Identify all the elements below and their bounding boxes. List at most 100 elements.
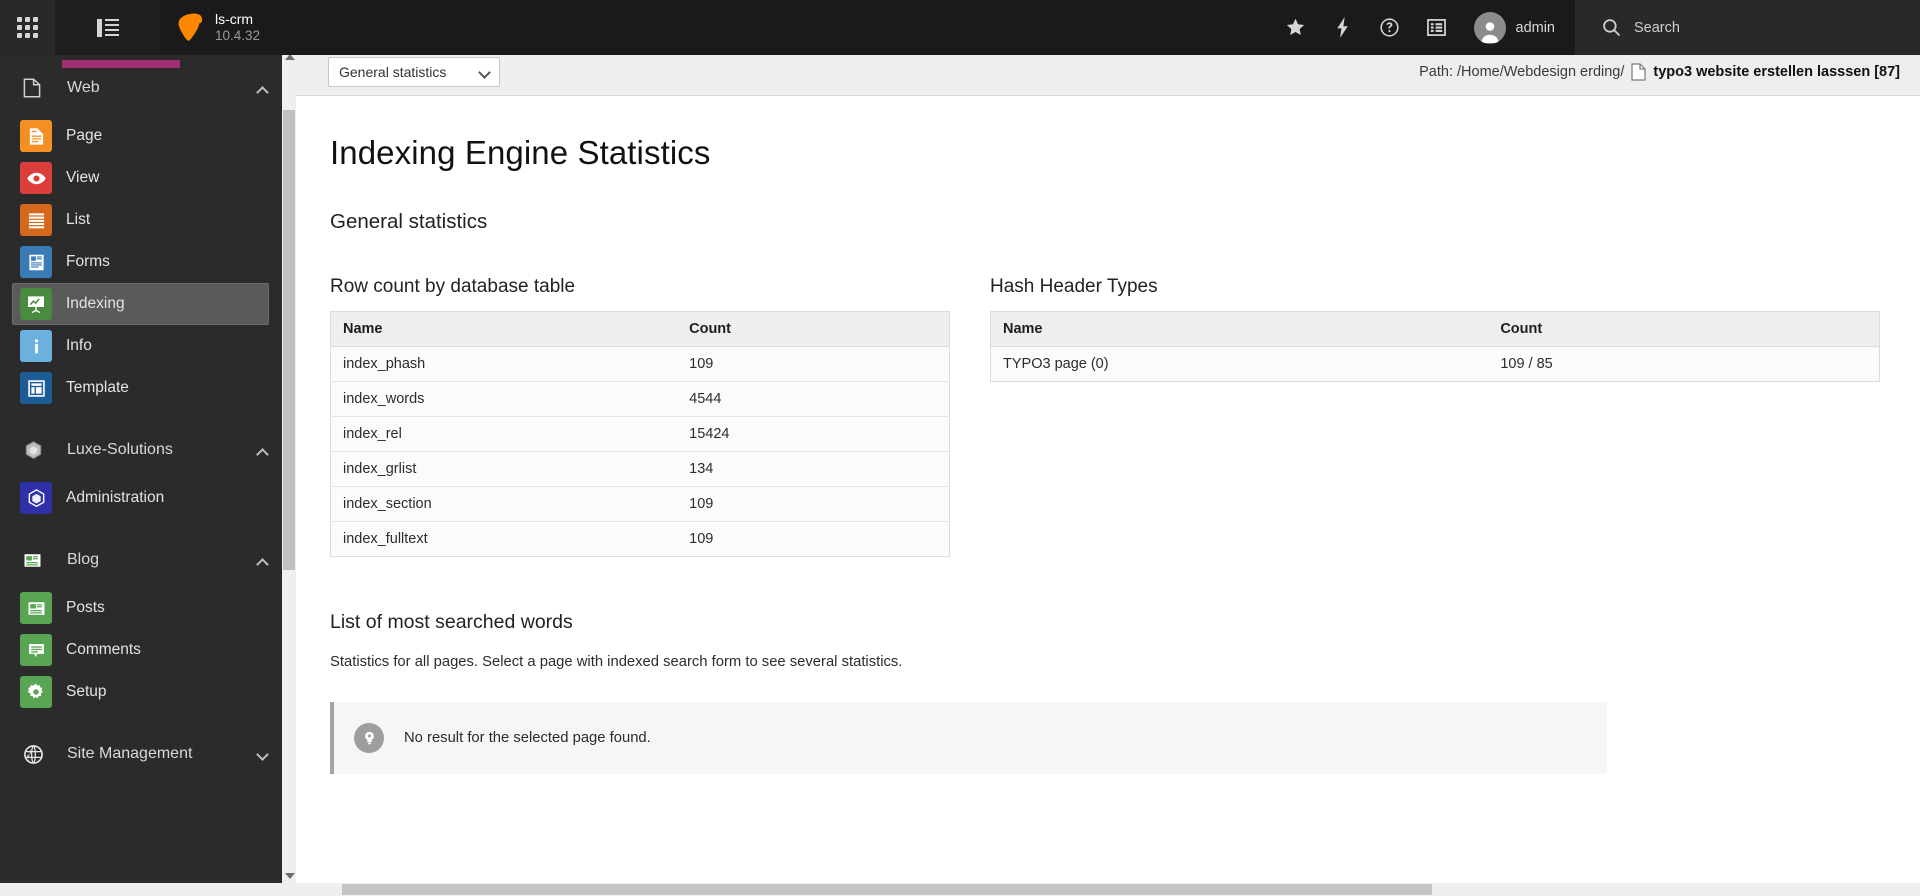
chevron-down-icon[interactable] — [242, 747, 282, 762]
content-horizontal-scrollbar[interactable] — [296, 883, 1920, 896]
typo3-logo-icon — [178, 13, 203, 41]
template-icon — [20, 372, 52, 404]
eye-icon — [20, 162, 52, 194]
table-row: index_phash 109 — [330, 346, 950, 382]
cell-count: 109 — [677, 346, 950, 382]
sidebar-item-template[interactable]: Template — [12, 367, 269, 409]
bookmarks-button[interactable] — [1272, 0, 1319, 55]
global-search[interactable]: Search — [1575, 0, 1920, 55]
top-toolbar: ls-crm 10.4.32 admin Search — [0, 0, 1920, 55]
newspaper-icon — [20, 592, 52, 624]
help-button[interactable] — [1366, 0, 1413, 55]
breadcrumb: Path: /Home/Webdesign erding/ typo3 webs… — [1419, 62, 1908, 81]
sidebar-item-forms[interactable]: Forms — [12, 241, 269, 283]
table-row: index_grlist 134 — [330, 451, 950, 487]
module-header-bar: General statistics Path: /Home/Webdesign… — [296, 48, 1920, 96]
cell-count: 134 — [677, 451, 950, 487]
chevron-up-icon[interactable] — [242, 81, 282, 99]
list-icon — [20, 204, 52, 236]
question-circle-icon — [1379, 18, 1399, 37]
page-tree-toggle-button[interactable] — [55, 0, 160, 55]
clear-cache-button[interactable] — [1319, 0, 1366, 55]
typo3-logo-block[interactable]: ls-crm 10.4.32 — [160, 0, 283, 55]
hash-header-table: Name Count TYPO3 page (0) 109 / 85 — [990, 311, 1880, 382]
hash-header-table-title: Hash Header Types — [990, 276, 1158, 297]
sidebar-item-setup[interactable]: Setup — [12, 671, 269, 713]
sidebar-item-label: Setup — [66, 683, 107, 700]
cell-count: 15424 — [677, 416, 950, 452]
system-information-button[interactable] — [1413, 0, 1460, 55]
page-document-icon — [1631, 62, 1646, 81]
search-input[interactable]: Search — [1634, 20, 1680, 36]
sidebar-item-list[interactable]: List — [12, 199, 269, 241]
avatar — [1473, 11, 1506, 44]
globe-icon — [23, 744, 61, 765]
table-row: TYPO3 page (0) 109 / 85 — [990, 346, 1880, 382]
toolbar-spacer — [282, 0, 1272, 55]
sidebar-item-posts[interactable]: Posts — [12, 587, 269, 629]
user-menu-button[interactable]: admin — [1460, 0, 1576, 55]
sidebar-item-indexing[interactable]: Indexing — [12, 283, 269, 325]
cell-count: 4544 — [677, 381, 950, 417]
site-name: ls-crm — [215, 11, 254, 28]
table-header-row: Name Count — [330, 311, 950, 347]
chevron-up-icon[interactable] — [242, 553, 282, 571]
breadcrumb-path: Path: /Home/Webdesign erding/ — [1419, 63, 1625, 80]
sidebar-item-page[interactable]: Page — [12, 115, 269, 157]
info-callout: No result for the selected page found. — [330, 702, 1607, 774]
sidebar-item-administration[interactable]: Administration — [12, 477, 269, 519]
cell-name: index_rel — [330, 416, 678, 452]
sidebar-item-label: Forms — [66, 253, 110, 270]
scroll-down-arrow-icon[interactable] — [285, 873, 295, 879]
sidebar-group-label: Blog — [67, 551, 100, 568]
sidebar-item-label: View — [66, 169, 100, 186]
cell-name: index_grlist — [330, 451, 678, 487]
table-body: TYPO3 page (0) 109 / 85 — [990, 346, 1880, 382]
list-panel-icon — [1426, 19, 1446, 36]
table-row: index_words 4544 — [330, 381, 950, 417]
bolt-icon — [1336, 17, 1348, 38]
sidebar-group-blog[interactable]: Blog — [0, 533, 282, 587]
grid-apps-icon — [17, 17, 38, 38]
newspaper-icon — [23, 551, 61, 570]
sidebar-scrollbar[interactable] — [282, 48, 296, 896]
cell-name: index_phash — [330, 346, 678, 382]
hexagon-gray-icon — [23, 440, 61, 461]
sidebar-item-info[interactable]: Info — [12, 325, 269, 367]
statistics-columns: Row count by database table Name Count i… — [330, 276, 1880, 557]
sidebar-group-site-management[interactable]: Site Management — [0, 727, 282, 781]
cell-name: index_words — [330, 381, 678, 417]
star-icon — [1286, 18, 1304, 36]
scrollbar-thumb[interactable] — [283, 110, 295, 570]
sidebar-item-label: List — [66, 211, 91, 228]
sidebar-item-label: Info — [66, 337, 92, 354]
column-header-name: Name — [330, 311, 678, 347]
row-count-table: Name Count index_phash 109 index_words 4544… — [330, 311, 950, 557]
lightbulb-icon — [354, 723, 384, 753]
chevron-up-icon[interactable] — [242, 443, 282, 461]
statistics-select[interactable]: General statistics — [328, 56, 500, 87]
chart-board-icon — [20, 288, 52, 320]
page-document-icon — [23, 78, 61, 98]
info-callout-message: No result for the selected page found. — [404, 730, 651, 746]
most-searched-words-title: List of most searched words — [330, 611, 573, 633]
page-title: Indexing Engine Statistics — [330, 134, 711, 171]
sidebar-item-label: Indexing — [66, 295, 125, 312]
table-header-row: Name Count — [990, 311, 1880, 347]
forms-icon — [20, 246, 52, 278]
sidebar-item-comments[interactable]: Comments — [12, 629, 269, 671]
list-tree-icon — [96, 18, 119, 38]
cell-name: index_fulltext — [330, 521, 678, 557]
sidebar-group-web[interactable]: Web — [0, 61, 282, 115]
sidebar-item-view[interactable]: View — [12, 157, 269, 199]
table-row: index_fulltext 109 — [330, 521, 950, 557]
search-icon — [1603, 19, 1621, 37]
toolbar-actions: admin — [1271, 0, 1576, 55]
sidebar-group-label: Site Management — [67, 745, 193, 762]
module-menu-toggle-button[interactable] — [0, 0, 55, 55]
sidebar-group-luxe-solutions[interactable]: Luxe-Solutions — [0, 423, 282, 477]
scrollbar-thumb[interactable] — [342, 884, 1432, 895]
module-sidebar: Web Page View List Forms Indexing Info Template… — [0, 55, 282, 896]
